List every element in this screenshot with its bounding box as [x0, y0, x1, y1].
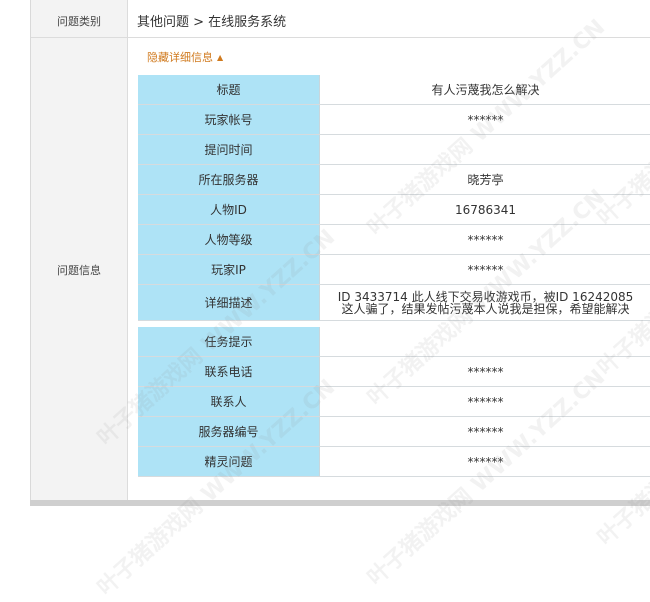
field-value: 晓芳亭: [320, 165, 650, 195]
table-row: 玩家IP ******: [138, 255, 650, 285]
field-key: 任务提示: [138, 327, 320, 357]
field-key: 精灵问题: [138, 447, 320, 477]
table-row: 精灵问题 ******: [138, 447, 650, 477]
table-row: 所在服务器 晓芳亭: [138, 165, 650, 195]
problem-type-label: 问题类别: [31, 13, 127, 29]
field-value: ******: [320, 225, 650, 255]
table-row: 任务提示: [138, 327, 650, 357]
detail-table: 标题 有人污蔑我怎么解决 玩家帐号 ****** 提问时间 所在服务器 晓芳亭 …: [138, 75, 650, 477]
table-row: 人物等级 ******: [138, 225, 650, 255]
description-line-2: 这人骗了，结果发帖污蔑本人说我是担保，希望能解决: [320, 303, 650, 315]
field-key: 所在服务器: [138, 165, 320, 195]
field-key: 玩家帐号: [138, 105, 320, 135]
field-value: ******: [320, 105, 650, 135]
hide-details-toggle[interactable]: 隐藏详细信息 ▲: [147, 49, 223, 65]
field-key: 人物等级: [138, 225, 320, 255]
table-row: 标题 有人污蔑我怎么解决: [138, 75, 650, 105]
problem-detail-panel: 问题类别 其他问题 > 在线服务系统 问题信息 隐藏详细信息 ▲ 标题 有人污蔑我…: [30, 0, 650, 500]
table-row: 玩家帐号 ******: [138, 105, 650, 135]
table-row: 服务器编号 ******: [138, 417, 650, 447]
table-row: 联系电话 ******: [138, 357, 650, 387]
field-value: ******: [320, 447, 650, 477]
table-row: 人物ID 16786341: [138, 195, 650, 225]
field-value: [320, 327, 650, 357]
field-key: 标题: [138, 75, 320, 105]
field-value: ******: [320, 255, 650, 285]
hide-details-label: 隐藏详细信息: [147, 51, 213, 64]
field-key: 提问时间: [138, 135, 320, 165]
field-key: 玩家IP: [138, 255, 320, 285]
description-line-1: ID 3433714 此人线下交易收游戏币，被ID 16242085: [320, 291, 650, 303]
bottom-bar: [30, 500, 650, 506]
field-value: 16786341: [320, 195, 650, 225]
field-key: 联系电话: [138, 357, 320, 387]
table-row: 详细描述 ID 3433714 此人线下交易收游戏币，被ID 16242085 …: [138, 285, 650, 321]
field-value: [320, 135, 650, 165]
field-key: 人物ID: [138, 195, 320, 225]
breadcrumb: 其他问题 > 在线服务系统: [137, 11, 286, 30]
field-key: 详细描述: [138, 285, 320, 321]
label-column: [31, 0, 128, 500]
field-value-description: ID 3433714 此人线下交易收游戏币，被ID 16242085 这人骗了，…: [320, 285, 650, 321]
field-value: ******: [320, 357, 650, 387]
problem-type-row: 问题类别 其他问题 > 在线服务系统: [31, 0, 650, 38]
table-row: 提问时间: [138, 135, 650, 165]
field-value: 有人污蔑我怎么解决: [320, 75, 650, 105]
caret-up-icon: ▲: [217, 53, 223, 62]
table-row: 联系人 ******: [138, 387, 650, 417]
field-key: 服务器编号: [138, 417, 320, 447]
field-value: ******: [320, 387, 650, 417]
field-key: 联系人: [138, 387, 320, 417]
field-value: ******: [320, 417, 650, 447]
problem-info-label: 问题信息: [31, 262, 127, 278]
